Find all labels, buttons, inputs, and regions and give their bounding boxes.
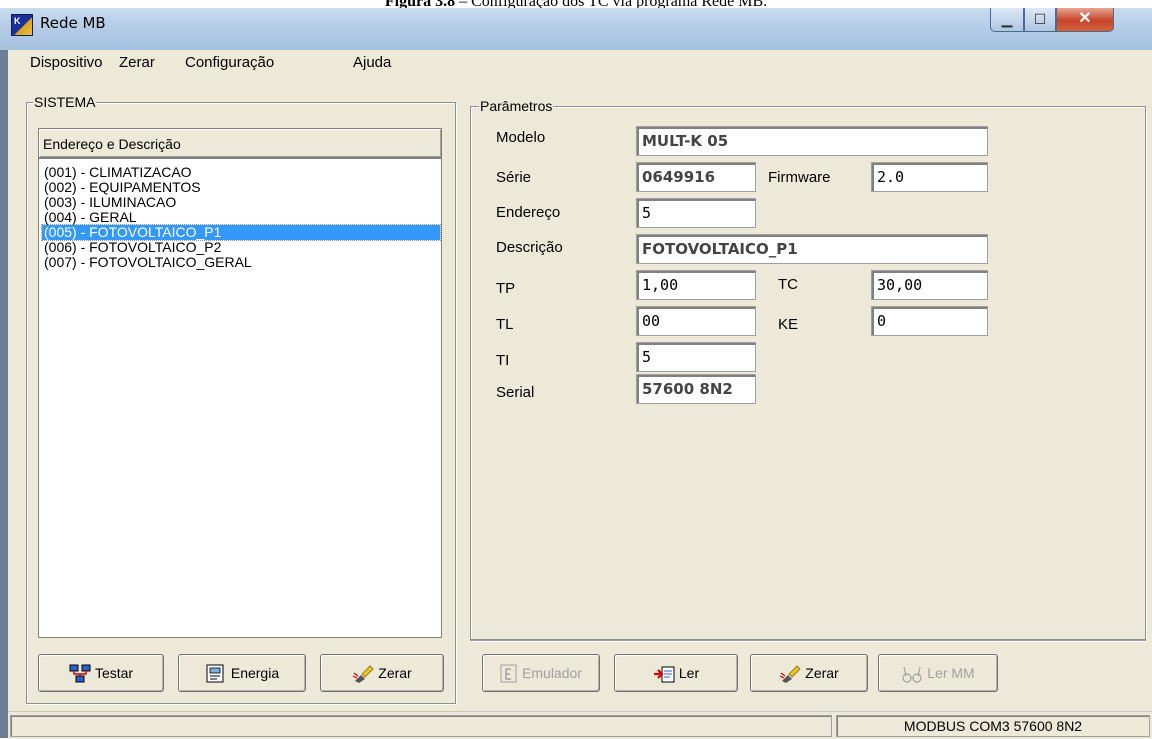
app-icon[interactable]: K [11, 14, 33, 36]
serial-label: Serial [496, 384, 535, 401]
emulador-button[interactable]: Emulador [482, 654, 600, 692]
maximize-icon: ☐ [1033, 11, 1047, 27]
emulator-icon [500, 664, 517, 683]
glasses-icon [902, 667, 922, 683]
status-bar: MODBUS COM3 57600 8N2 [8, 711, 1152, 739]
system-zerar-label: Zerar [378, 665, 412, 681]
endereco-field[interactable]: 5 [636, 198, 756, 228]
descricao-label: Descrição [496, 239, 563, 256]
endereco-label: Endereço [496, 204, 561, 221]
system-zerar-button[interactable]: Zerar [320, 654, 444, 692]
serial-field[interactable]: 57600 8N2 [636, 374, 756, 404]
serie-label: Série [496, 169, 532, 186]
energia-button[interactable]: Energia [178, 654, 306, 692]
tc-label: TC [778, 276, 798, 293]
tl-field[interactable]: 00 [636, 306, 756, 336]
firmware-field[interactable]: 2.0 [871, 162, 988, 192]
firmware-label: Firmware [768, 169, 831, 186]
maximize-button[interactable]: ☐ [1024, 8, 1056, 32]
list-column-header[interactable]: Endereço e Descrição [38, 128, 442, 158]
list-item[interactable]: (003) - ILUMINACAO [42, 195, 440, 210]
ler-label: Ler [678, 665, 700, 681]
params-group: Parâmetros [470, 98, 1146, 640]
tp-label: TP [496, 280, 516, 297]
ler-button[interactable]: Ler [614, 654, 738, 692]
connection-status: MODBUS COM3 57600 8N2 [836, 715, 1150, 737]
meter-icon [206, 664, 224, 683]
eraser-icon [779, 665, 801, 684]
descricao-field[interactable]: FOTOVOLTAICO_P1 [636, 234, 988, 264]
system-legend: SISTEMA [33, 94, 97, 110]
window-title: Rede MB [40, 14, 106, 32]
ler-mm-label: Ler MM [927, 665, 975, 681]
device-list[interactable]: (001) - CLIMATIZACAO (002) - EQUIPAMENTO… [38, 158, 442, 638]
menu-zerar[interactable]: Zerar [119, 54, 155, 71]
menu-dispositivo[interactable]: Dispositivo [30, 54, 103, 71]
tl-label: TL [496, 316, 514, 333]
menu-configuracao[interactable]: Configuração [185, 54, 274, 71]
close-icon: ✕ [1078, 10, 1092, 27]
minimize-icon: ▁ [1001, 11, 1013, 27]
ti-label: TI [496, 352, 510, 369]
modelo-label: Modelo [496, 129, 546, 146]
list-item[interactable]: (001) - CLIMATIZACAO [42, 165, 440, 180]
testar-button[interactable]: Testar [38, 654, 164, 692]
status-panel-left [10, 715, 832, 737]
serie-field[interactable]: 0649916 [636, 162, 756, 192]
menu-ajuda[interactable]: Ajuda [353, 54, 391, 71]
ler-mm-button[interactable]: Ler MM [878, 654, 998, 692]
params-zerar-label: Zerar [805, 665, 839, 681]
menu-bar: Dispositivo Zerar Configuração Ajuda [8, 50, 1152, 76]
network-icon [69, 664, 91, 683]
ti-field[interactable]: 5 [636, 342, 756, 372]
list-item[interactable]: (002) - EQUIPAMENTOS [42, 180, 440, 195]
title-bar[interactable]: K Rede MB ▁ ☐ ✕ [0, 8, 1152, 50]
close-button[interactable]: ✕ [1056, 8, 1114, 32]
minimize-button[interactable]: ▁ [990, 8, 1024, 32]
ke-label: KE [778, 316, 799, 333]
params-legend: Parâmetros [479, 98, 554, 114]
list-item-selected[interactable]: (005) - FOTOVOLTAICO_P1 [41, 224, 441, 241]
energia-label: Energia [230, 665, 280, 681]
list-item[interactable]: (004) - GERAL [42, 210, 440, 225]
params-zerar-button[interactable]: Zerar [750, 654, 868, 692]
buttons-divider [470, 640, 1146, 641]
tp-field[interactable]: 1,00 [636, 270, 756, 300]
emulador-label: Emulador [522, 665, 582, 681]
testar-label: Testar [94, 665, 134, 681]
eraser-icon [352, 665, 374, 684]
modelo-field[interactable]: MULT-K 05 [636, 126, 988, 156]
list-item[interactable]: (007) - FOTOVOLTAICO_GERAL [42, 255, 440, 270]
list-item[interactable]: (006) - FOTOVOLTAICO_P2 [42, 240, 440, 255]
read-icon [653, 666, 675, 683]
tc-field[interactable]: 30,00 [871, 270, 988, 300]
ke-field[interactable]: 0 [871, 306, 988, 336]
